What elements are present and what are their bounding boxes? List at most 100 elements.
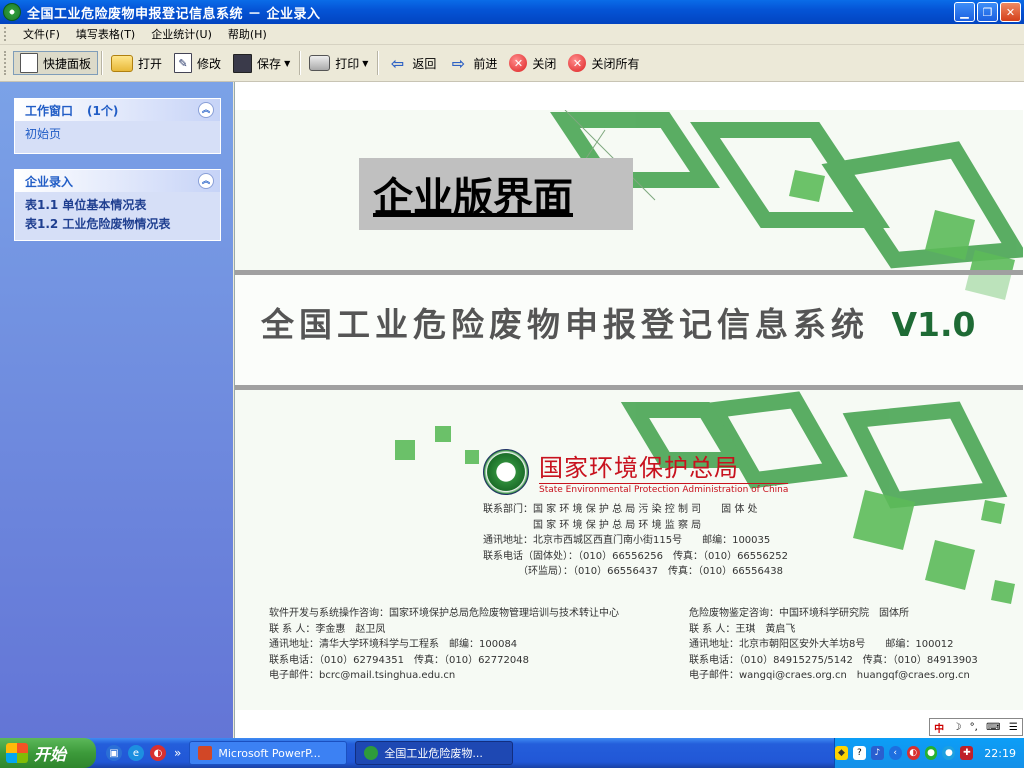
menu-enterprise-stats[interactable]: 企业统计(U) <box>143 26 220 42</box>
chevron-right-icon[interactable]: » <box>174 746 181 760</box>
ime-mode-icon[interactable]: ☽ <box>952 722 961 733</box>
sidebar-item-home[interactable]: 初始页 <box>25 125 210 144</box>
contact-line: （环监局）：（010）66556437 传真：（010）66556438 <box>483 566 783 577</box>
forward-button[interactable]: ⇨ 前进 <box>442 51 503 75</box>
media-icon[interactable]: ◐ <box>906 746 920 760</box>
agency-contact: 联系部门：国 家 环 境 保 护 总 局 污 染 控 制 司 固 体 处 国 家… <box>483 502 788 580</box>
title-bar: 全国工业危险废物申报登记信息系统 － 企业录入 ▁ ❐ ✕ <box>0 0 1024 24</box>
task-pane: 工作窗口 (1个) ︽ 初始页 企业录入 ︽ 表1.1 单位基本情况表 表1.2… <box>0 82 233 738</box>
edit-icon: ✎ <box>174 53 193 73</box>
back-label: 返回 <box>412 56 437 71</box>
green-frame <box>821 141 1023 269</box>
close-all-label: 关闭所有 <box>591 56 640 71</box>
contact-line: 联系部门：国 家 环 境 保 护 总 局 污 染 控 制 司 固 体 处 <box>483 504 758 515</box>
close-button[interactable]: ✕ 关闭 <box>503 51 562 75</box>
ime-menu-icon[interactable]: ☰ <box>1009 722 1018 733</box>
collapse-icon[interactable]: ︽ <box>198 102 214 118</box>
toolbar-separator <box>299 51 301 75</box>
show-desktop-icon[interactable]: ▣ <box>106 745 122 761</box>
back-arrow-icon[interactable]: ‹ <box>888 746 902 760</box>
print-label: 打印 <box>335 56 360 71</box>
print-button[interactable]: 打印 ▼ <box>303 51 374 75</box>
save-label: 保存 <box>257 56 282 71</box>
menu-fill-forms[interactable]: 填写表格(T) <box>68 26 143 42</box>
start-label: 开始 <box>34 745 67 764</box>
chevron-down-icon[interactable]: ▼ <box>362 59 368 68</box>
work-window-header[interactable]: 工作窗口 (1个) ︽ <box>15 99 220 121</box>
contact-line: 国 家 环 境 保 护 总 局 环 境 监 察 局 <box>483 519 702 531</box>
toolbar-separator <box>101 51 103 75</box>
splash-screen: 企业版界面 全国工业危险废物申报登记信息系统 V1.0 国家环境保护总局 Sta… <box>235 110 1023 710</box>
agency-name-cn: 国家环境保护总局 <box>539 454 739 482</box>
restore-button[interactable]: ❐ <box>977 2 998 22</box>
agency-name-en: State Environmental Protection Administr… <box>539 483 789 495</box>
close-all-button[interactable]: ✕ 关闭所有 <box>562 51 645 75</box>
close-icon: ✕ <box>509 54 528 72</box>
contact-line: 联系电话（固体处）：（010）66556256 传真：（010）66556252 <box>483 550 788 562</box>
ime-chinese-icon[interactable]: 中 <box>934 720 944 735</box>
taskbar-item-powerpoint[interactable]: Microsoft PowerP... <box>189 741 348 765</box>
toolbar-grip[interactable] <box>4 51 9 75</box>
sidebar-item-table-1-2[interactable]: 表1.2 工业危险废物情况表 <box>25 215 210 234</box>
quick-launch: ▣ e ◐ » <box>106 745 181 761</box>
panel-icon <box>20 53 38 73</box>
green-cube <box>789 170 825 202</box>
close-window-button[interactable]: ✕ <box>1000 2 1021 22</box>
shield-icon[interactable]: ◆ <box>835 746 848 760</box>
work-window-count: (1个) <box>87 103 119 118</box>
contact-line: 通讯地址：北京市朝阳区安外大羊坊8号 邮编：100012 <box>689 639 954 650</box>
collapse-icon[interactable]: ︽ <box>198 173 214 189</box>
arrow-left-icon: ⇦ <box>390 53 405 73</box>
antivirus-icon[interactable]: ✚ <box>960 746 974 760</box>
forward-label: 前进 <box>473 56 498 71</box>
chevron-down-icon[interactable]: ▼ <box>284 59 290 68</box>
internet-explorer-icon[interactable]: e <box>128 745 144 761</box>
software-contact: 软件开发与系统操作咨询：国家环境保护总局危险废物管理培训与技术转让中心 联 系 … <box>269 606 619 684</box>
quick-panel-button[interactable]: 快捷面板 <box>13 51 99 75</box>
enterprise-entry-header[interactable]: 企业录入 ︽ <box>15 170 220 192</box>
contact-line: 联 系 人：王琪 黄启飞 <box>689 623 796 635</box>
save-button[interactable]: 保存 ▼ <box>227 51 296 75</box>
green-cube <box>925 540 975 590</box>
edit-button[interactable]: ✎ 修改 <box>168 51 227 75</box>
quick-panel-label: 快捷面板 <box>43 56 92 71</box>
version-label: V1.0 <box>891 305 976 344</box>
menubar-grip[interactable] <box>4 27 9 41</box>
work-window-group: 工作窗口 (1个) ︽ 初始页 <box>14 98 221 154</box>
contact-line: 联系电话：（010）84915275/5142 传真：（010）84913903 <box>689 654 978 666</box>
minimize-button[interactable]: ▁ <box>954 2 975 22</box>
system-title: 全国工业危险废物申报登记信息系统 V1.0 <box>261 298 976 346</box>
status-green-icon[interactable]: ● <box>924 746 938 760</box>
zhb-logo-icon <box>483 448 529 495</box>
menu-help[interactable]: 帮助(H) <box>220 26 275 42</box>
media-player-icon[interactable]: ◐ <box>150 745 166 761</box>
ime-punct-icon[interactable]: °, <box>970 722 978 733</box>
network-icon[interactable]: ● <box>942 746 956 760</box>
volume-icon[interactable]: ♪ <box>870 746 884 760</box>
arrow-right-icon: ⇨ <box>451 53 466 73</box>
sidebar-item-table-1-1[interactable]: 表1.1 单位基本情况表 <box>25 196 210 215</box>
toolbar: 快捷面板 打开 ✎ 修改 保存 ▼ 打印 ▼ ⇦ 返回 ⇨ 前进 ✕ 关闭 ✕ … <box>0 45 1024 82</box>
task-label: Microsoft PowerP... <box>218 746 321 760</box>
help-icon[interactable]: ? <box>852 746 866 760</box>
toolbar-separator <box>377 51 379 75</box>
app-icon <box>364 746 379 760</box>
green-cube <box>435 426 451 442</box>
ime-status-bar[interactable]: 中 ☽ °, ⌨ ☰ <box>929 718 1023 736</box>
taskbar-item-hazwaste-system[interactable]: 全国工业危险废物... <box>355 741 514 765</box>
green-cube <box>395 440 415 460</box>
ime-keyboard-icon[interactable]: ⌨ <box>986 722 1000 733</box>
contact-line: 联系电话：（010）62794351 传真：（010）62772048 <box>269 654 529 666</box>
contact-line: 电子邮件：wangqi@craes.org.cn huangqf@craes.o… <box>689 670 970 681</box>
open-button[interactable]: 打开 <box>105 51 168 75</box>
green-frame <box>842 401 1008 509</box>
enterprise-entry-title: 企业录入 <box>25 174 74 189</box>
folder-icon <box>111 54 134 72</box>
edition-label: 企业版界面 <box>373 175 573 221</box>
back-button[interactable]: ⇦ 返回 <box>381 51 442 75</box>
enterprise-entry-group: 企业录入 ︽ 表1.1 单位基本情况表 表1.2 工业危险废物情况表 <box>14 169 221 241</box>
menu-file[interactable]: 文件(F) <box>15 26 68 42</box>
start-button[interactable]: 开始 <box>0 738 96 768</box>
green-cube <box>991 580 1015 604</box>
main-content: 企业版界面 全国工业危险废物申报登记信息系统 V1.0 国家环境保护总局 Sta… <box>234 82 1024 738</box>
